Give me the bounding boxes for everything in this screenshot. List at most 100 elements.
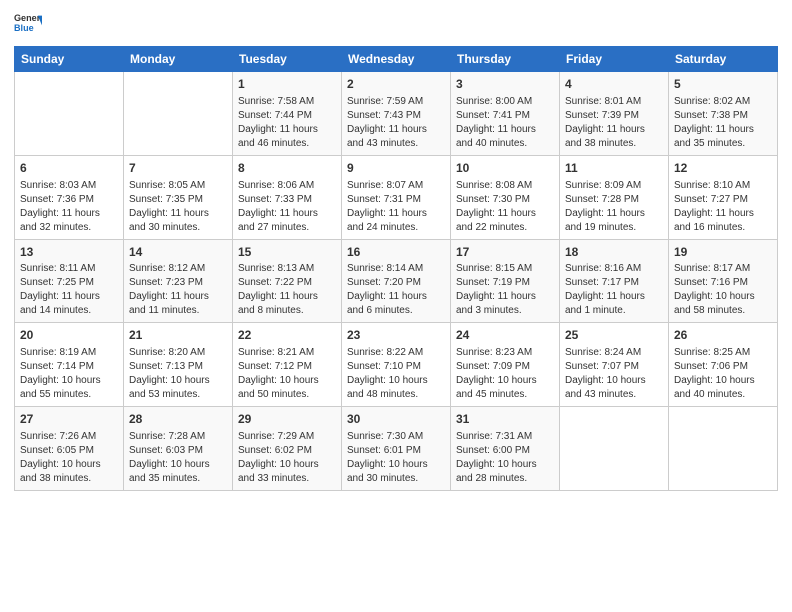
day-number: 1 xyxy=(238,76,336,93)
calendar-cell: 30Sunrise: 7:30 AMSunset: 6:01 PMDayligh… xyxy=(342,407,451,491)
day-number: 6 xyxy=(20,160,118,177)
calendar-cell: 2Sunrise: 7:59 AMSunset: 7:43 PMDaylight… xyxy=(342,72,451,156)
header-friday: Friday xyxy=(560,47,669,72)
week-row-4: 20 Sunrise: 8:19 AMSunset: 7:14 PMDayligh… xyxy=(15,323,778,407)
calendar-cell xyxy=(560,407,669,491)
calendar-cell: 12 Sunrise: 8:10 AMSunset: 7:27 PMDayligh… xyxy=(669,155,778,239)
calendar-cell: 20 Sunrise: 8:19 AMSunset: 7:14 PMDayligh… xyxy=(15,323,124,407)
day-number: 8 xyxy=(238,160,336,177)
calendar-cell xyxy=(15,72,124,156)
calendar-cell: 8 Sunrise: 8:06 AMSunset: 7:33 PMDaylight… xyxy=(233,155,342,239)
calendar-cell: 7Sunrise: 8:05 AMSunset: 7:35 PMDaylight… xyxy=(124,155,233,239)
day-number: 25 xyxy=(565,327,663,344)
calendar-cell: 19Sunrise: 8:17 AMSunset: 7:16 PMDayligh… xyxy=(669,239,778,323)
calendar-cell: 26 Sunrise: 8:25 AMSunset: 7:06 PMDayligh… xyxy=(669,323,778,407)
day-detail: Sunrise: 7:58 AMSunset: 7:44 PMDaylight:… xyxy=(238,95,336,151)
calendar-cell: 1 Sunrise: 7:58 AMSunset: 7:44 PMDaylight… xyxy=(233,72,342,156)
calendar-cell: 27Sunrise: 7:26 AMSunset: 6:05 PMDayligh… xyxy=(15,407,124,491)
day-number: 5 xyxy=(674,76,772,93)
calendar-cell: 11 Sunrise: 8:09 AMSunset: 7:28 PMDayligh… xyxy=(560,155,669,239)
day-number: 27 xyxy=(20,411,118,428)
calendar-cell: 13Sunrise: 8:11 AMSunset: 7:25 PMDayligh… xyxy=(15,239,124,323)
day-detail: Sunrise: 8:06 AMSunset: 7:33 PMDaylight:… xyxy=(238,179,336,235)
calendar-cell: 16Sunrise: 8:14 AMSunset: 7:20 PMDayligh… xyxy=(342,239,451,323)
calendar-cell xyxy=(124,72,233,156)
calendar-cell: 22 Sunrise: 8:21 AMSunset: 7:12 PMDayligh… xyxy=(233,323,342,407)
day-number: 28 xyxy=(129,411,227,428)
header-sunday: Sunday xyxy=(15,47,124,72)
page: General Blue SundayMondayTuesdayWednesda… xyxy=(0,0,792,612)
day-detail: Sunrise: 8:08 AMSunset: 7:30 PMDaylight:… xyxy=(456,179,554,235)
day-detail: Sunrise: 7:28 AMSunset: 6:03 PMDaylight:… xyxy=(129,430,227,486)
day-detail: Sunrise: 7:31 AMSunset: 6:00 PMDaylight:… xyxy=(456,430,554,486)
week-row-5: 27Sunrise: 7:26 AMSunset: 6:05 PMDayligh… xyxy=(15,407,778,491)
day-detail: Sunrise: 8:13 AMSunset: 7:22 PMDaylight:… xyxy=(238,262,336,318)
calendar-cell: 31 Sunrise: 7:31 AMSunset: 6:00 PMDayligh… xyxy=(451,407,560,491)
logo-icon: General Blue xyxy=(14,10,42,38)
header-thursday: Thursday xyxy=(451,47,560,72)
day-detail: Sunrise: 8:21 AMSunset: 7:12 PMDaylight:… xyxy=(238,346,336,402)
day-number: 30 xyxy=(347,411,445,428)
day-detail: Sunrise: 7:29 AMSunset: 6:02 PMDaylight:… xyxy=(238,430,336,486)
day-number: 16 xyxy=(347,244,445,261)
day-number: 13 xyxy=(20,244,118,261)
day-detail: Sunrise: 8:03 AMSunset: 7:36 PMDaylight:… xyxy=(20,179,118,235)
day-detail: Sunrise: 8:09 AMSunset: 7:28 PMDaylight:… xyxy=(565,179,663,235)
day-number: 31 xyxy=(456,411,554,428)
day-detail: Sunrise: 8:24 AMSunset: 7:07 PMDaylight:… xyxy=(565,346,663,402)
svg-text:General: General xyxy=(14,13,42,23)
day-detail: Sunrise: 8:25 AMSunset: 7:06 PMDaylight:… xyxy=(674,346,772,402)
day-detail: Sunrise: 8:14 AMSunset: 7:20 PMDaylight:… xyxy=(347,262,445,318)
calendar-cell: 29Sunrise: 7:29 AMSunset: 6:02 PMDayligh… xyxy=(233,407,342,491)
svg-text:Blue: Blue xyxy=(14,23,34,33)
calendar-cell: 4 Sunrise: 8:01 AMSunset: 7:39 PMDaylight… xyxy=(560,72,669,156)
day-detail: Sunrise: 8:07 AMSunset: 7:31 PMDaylight:… xyxy=(347,179,445,235)
week-row-3: 13Sunrise: 8:11 AMSunset: 7:25 PMDayligh… xyxy=(15,239,778,323)
day-number: 20 xyxy=(20,327,118,344)
day-number: 22 xyxy=(238,327,336,344)
day-number: 19 xyxy=(674,244,772,261)
day-detail: Sunrise: 8:01 AMSunset: 7:39 PMDaylight:… xyxy=(565,95,663,151)
day-detail: Sunrise: 8:19 AMSunset: 7:14 PMDaylight:… xyxy=(20,346,118,402)
day-detail: Sunrise: 8:23 AMSunset: 7:09 PMDaylight:… xyxy=(456,346,554,402)
day-detail: Sunrise: 8:12 AMSunset: 7:23 PMDaylight:… xyxy=(129,262,227,318)
week-row-1: 1 Sunrise: 7:58 AMSunset: 7:44 PMDaylight… xyxy=(15,72,778,156)
calendar-cell: 14Sunrise: 8:12 AMSunset: 7:23 PMDayligh… xyxy=(124,239,233,323)
header-tuesday: Tuesday xyxy=(233,47,342,72)
day-detail: Sunrise: 7:59 AMSunset: 7:43 PMDaylight:… xyxy=(347,95,445,151)
calendar-table: SundayMondayTuesdayWednesdayThursdayFrid… xyxy=(14,46,778,491)
week-row-2: 6 Sunrise: 8:03 AMSunset: 7:36 PMDaylight… xyxy=(15,155,778,239)
day-detail: Sunrise: 8:10 AMSunset: 7:27 PMDaylight:… xyxy=(674,179,772,235)
day-detail: Sunrise: 8:17 AMSunset: 7:16 PMDaylight:… xyxy=(674,262,772,318)
day-detail: Sunrise: 8:11 AMSunset: 7:25 PMDaylight:… xyxy=(20,262,118,318)
calendar-cell: 24 Sunrise: 8:23 AMSunset: 7:09 PMDayligh… xyxy=(451,323,560,407)
calendar-cell: 5Sunrise: 8:02 AMSunset: 7:38 PMDaylight… xyxy=(669,72,778,156)
calendar-cell: 10 Sunrise: 8:08 AMSunset: 7:30 PMDayligh… xyxy=(451,155,560,239)
calendar-cell: 18Sunrise: 8:16 AMSunset: 7:17 PMDayligh… xyxy=(560,239,669,323)
calendar-cell: 9 Sunrise: 8:07 AMSunset: 7:31 PMDaylight… xyxy=(342,155,451,239)
day-detail: Sunrise: 8:16 AMSunset: 7:17 PMDaylight:… xyxy=(565,262,663,318)
header-saturday: Saturday xyxy=(669,47,778,72)
day-number: 12 xyxy=(674,160,772,177)
day-detail: Sunrise: 8:05 AMSunset: 7:35 PMDaylight:… xyxy=(129,179,227,235)
day-number: 4 xyxy=(565,76,663,93)
calendar-cell: 6 Sunrise: 8:03 AMSunset: 7:36 PMDaylight… xyxy=(15,155,124,239)
day-number: 23 xyxy=(347,327,445,344)
calendar-header-row: SundayMondayTuesdayWednesdayThursdayFrid… xyxy=(15,47,778,72)
logo: General Blue xyxy=(14,10,42,38)
day-number: 26 xyxy=(674,327,772,344)
day-detail: Sunrise: 8:20 AMSunset: 7:13 PMDaylight:… xyxy=(129,346,227,402)
header: General Blue xyxy=(14,10,778,38)
calendar-cell xyxy=(669,407,778,491)
day-detail: Sunrise: 8:15 AMSunset: 7:19 PMDaylight:… xyxy=(456,262,554,318)
header-wednesday: Wednesday xyxy=(342,47,451,72)
day-number: 3 xyxy=(456,76,554,93)
day-number: 24 xyxy=(456,327,554,344)
day-number: 18 xyxy=(565,244,663,261)
day-number: 11 xyxy=(565,160,663,177)
day-number: 21 xyxy=(129,327,227,344)
calendar-cell: 21 Sunrise: 8:20 AMSunset: 7:13 PMDayligh… xyxy=(124,323,233,407)
calendar-cell: 25 Sunrise: 8:24 AMSunset: 7:07 PMDayligh… xyxy=(560,323,669,407)
day-number: 10 xyxy=(456,160,554,177)
day-number: 9 xyxy=(347,160,445,177)
